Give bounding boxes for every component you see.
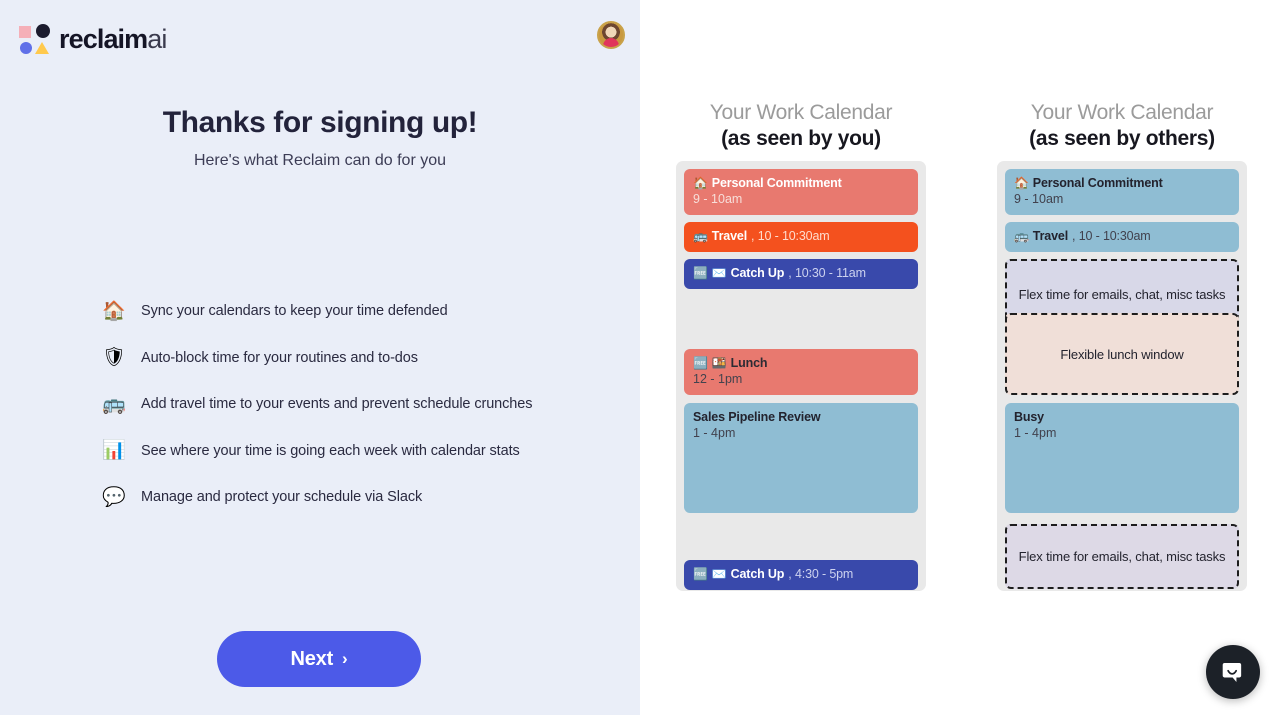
calendar-event-emoji-icon: 🏠 [1014, 176, 1029, 190]
page-root: reclaimai Thanks for signing up! Here's … [0, 0, 1276, 715]
bar-chart-icon: 📊 [102, 439, 126, 462]
calendar-illustration-panel: Your Work Calendar (as seen by you) 🏠 Per… [640, 0, 1276, 715]
calendar-event[interactable]: 🏠 Personal Commitment 9 - 10am [1005, 169, 1239, 215]
feature-list: 🏠 Sync your calendars to keep your time d… [100, 288, 600, 521]
logo-yellow-triangle-icon [35, 42, 49, 54]
reclaim-logo[interactable]: reclaimai [19, 24, 167, 55]
calendar-event[interactable]: Busy 1 - 4pm [1005, 403, 1239, 513]
logo-dark-circle-icon [36, 24, 50, 38]
brand-wordmark: reclaimai [59, 26, 167, 53]
chevron-right-icon: › [342, 649, 348, 668]
flex-time-block[interactable]: Flex time for emails, chat, misc tasks [1005, 524, 1239, 589]
shield-icon: 🛡 [101, 346, 127, 369]
calendar-others-title: Your Work Calendar [1030, 101, 1214, 124]
calendar-event-title: Travel [711, 229, 748, 243]
calendar-event-emoji-icon: 🆓 🍱 [693, 356, 727, 370]
calendar-event-title: Personal Commitment [1032, 176, 1163, 190]
calendar-event[interactable]: 🆓 🍱 Lunch 12 - 1pm [684, 349, 918, 395]
logo-blue-circle-icon [20, 42, 32, 54]
feature-item: 📊 See where your time is going each week … [100, 428, 600, 475]
calendar-event-emoji-icon: 🆓 ✉️ [693, 567, 727, 581]
next-button-label: Next [290, 647, 334, 670]
logo-pink-square-icon [19, 26, 31, 38]
calendar-event-time: 9 - 10am [1014, 192, 1064, 206]
calendar-event[interactable]: Sales Pipeline Review 1 - 4pm [684, 403, 918, 513]
next-button[interactable]: Next › [217, 631, 421, 687]
brand-name: reclaim [59, 24, 148, 54]
calendar-event-emoji-icon: 🚌 [693, 229, 708, 243]
calendar-event-title: Catch Up [730, 567, 785, 581]
house-icon: 🏠 [102, 299, 126, 322]
calendar-event-title: Travel [1032, 229, 1069, 243]
calendar-event-title: Busy [1014, 410, 1044, 424]
reclaim-logo-mark-icon [19, 24, 50, 55]
calendar-event-emoji-icon: 🏠 [693, 176, 708, 190]
calendar-event-time: , 10 - 10:30am [1072, 229, 1151, 243]
feature-item: 🏠 Sync your calendars to keep your time d… [100, 288, 600, 335]
flex-time-block-label: Flex time for emails, chat, misc tasks [1018, 286, 1226, 302]
feature-item-label: See where your time is going each week w… [141, 442, 520, 459]
page-title: Thanks for signing up! [162, 106, 478, 139]
speech-balloon-icon: 💬 [102, 485, 126, 508]
calendar-event-title: Lunch [730, 356, 768, 370]
calendar-event-time: , 4:30 - 5pm [788, 567, 854, 581]
calendar-event-time: , 10 - 10:30am [751, 229, 830, 243]
calendar-event-title: Sales Pipeline Review [693, 410, 821, 424]
flex-time-block[interactable]: Flexible lunch window [1005, 313, 1239, 395]
calendar-event-title: Personal Commitment [711, 176, 842, 190]
feature-item: 🚌 Add travel time to your events and prev… [100, 381, 600, 428]
brand-suffix: ai [147, 24, 167, 54]
calendar-mine-title: Your Work Calendar [709, 101, 893, 124]
bus-icon: 🚌 [102, 392, 126, 415]
onboarding-left-panel: reclaimai Thanks for signing up! Here's … [0, 0, 640, 715]
calendar-others-subtitle: (as seen by others) [1029, 127, 1215, 150]
calendar-event-emoji-icon: 🆓 ✉️ [693, 266, 727, 280]
chat-bubble-icon [1222, 662, 1241, 682]
calendar-event[interactable]: 🏠 Personal Commitment 9 - 10am [684, 169, 918, 215]
calendar-event[interactable]: 🆓 ✉️ Catch Up, 4:30 - 5pm [684, 560, 918, 590]
page-subtitle: Here's what Reclaim can do for you [193, 152, 447, 169]
calendar-event-time: 1 - 4pm [1014, 426, 1057, 440]
feature-item: 💬 Manage and protect your schedule via Sl… [100, 474, 600, 521]
calendar-event[interactable]: 🆓 ✉️ Catch Up, 10:30 - 11am [684, 259, 918, 289]
calendar-mine-body: 🏠 Personal Commitment 9 - 10am 🚌 Travel, 10 … [676, 161, 926, 591]
calendar-column-others: Your Work Calendar (as seen by others) F… [997, 100, 1247, 591]
feature-item-label: Manage and protect your schedule via Sla… [141, 489, 423, 506]
feature-item-label: Auto-block time for your routines and to… [141, 349, 418, 366]
calendar-mine-subtitle: (as seen by you) [721, 127, 881, 150]
feature-item-label: Sync your calendars to keep your time de… [141, 303, 448, 320]
calendar-event-emoji-icon: 🚌 [1014, 229, 1029, 243]
calendar-event[interactable]: 🚌 Travel, 10 - 10:30am [1005, 222, 1239, 252]
calendar-event-title: Catch Up [730, 266, 785, 280]
calendar-event-time: 9 - 10am [693, 192, 743, 206]
calendar-column-mine: Your Work Calendar (as seen by you) 🏠 Per… [676, 100, 926, 591]
avatar[interactable] [597, 21, 625, 49]
calendar-event-time: 12 - 1pm [693, 372, 743, 386]
feature-item-label: Add travel time to your events and preve… [141, 396, 533, 413]
intercom-launcher-button[interactable] [1206, 645, 1260, 699]
calendar-others-body: Flex time for emails, chat, misc tasks Fl… [997, 161, 1247, 591]
flex-time-block-label: Flex time for emails, chat, misc tasks [1018, 549, 1226, 564]
calendar-event-time: 1 - 4pm [693, 426, 736, 440]
calendar-event-time: , 10:30 - 11am [788, 266, 866, 280]
flex-time-block-label: Flexible lunch window [1060, 346, 1184, 362]
calendar-event[interactable]: 🚌 Travel, 10 - 10:30am [684, 222, 918, 252]
feature-item: 🛡 Auto-block time for your routines and t… [100, 335, 600, 382]
